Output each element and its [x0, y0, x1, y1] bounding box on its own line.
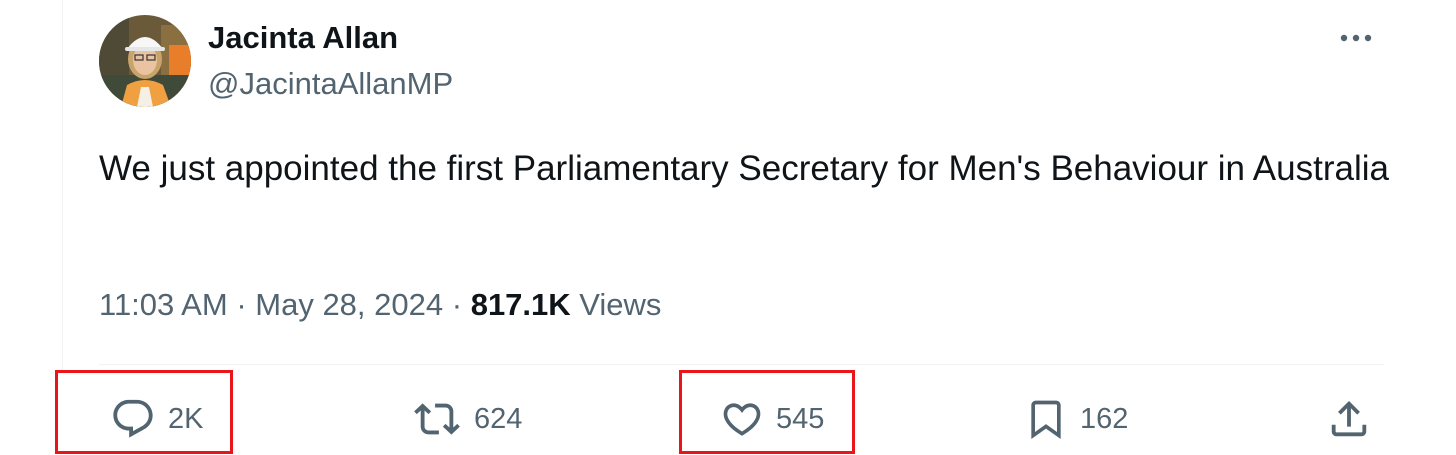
- divider: [99, 364, 1384, 365]
- like-highlight-box: [679, 370, 855, 454]
- more-button[interactable]: [1336, 20, 1376, 56]
- share-icon: [1331, 400, 1367, 437]
- meta-separator: ·: [236, 287, 247, 322]
- bookmark-icon: [1031, 400, 1061, 440]
- tweet-metadata: 11:03 AM · May 28, 2024 · 817.1K Views: [99, 285, 661, 325]
- tweet-date[interactable]: May 28, 2024: [255, 287, 443, 322]
- retweet-icon: [414, 403, 460, 435]
- more-icon: [1340, 34, 1372, 42]
- bookmark-count: 162: [1080, 403, 1129, 435]
- avatar[interactable]: [99, 15, 191, 107]
- reply-highlight-box: [55, 370, 233, 454]
- views-label: Views: [579, 287, 662, 322]
- tweet-text: We just appointed the first Parliamentar…: [99, 149, 1389, 188]
- retweet-button[interactable]: 624: [412, 395, 522, 443]
- tweet-time[interactable]: 11:03 AM: [99, 287, 228, 322]
- retweet-count: 624: [474, 403, 523, 435]
- author-name[interactable]: Jacinta Allan: [208, 20, 398, 56]
- bookmark-button[interactable]: 162: [1024, 395, 1128, 443]
- views-count: 817.1K: [470, 287, 571, 322]
- tweet-card: Jacinta Allan @JacintaAllanMP We just ap…: [0, 0, 1456, 455]
- timeline-border: [62, 0, 63, 370]
- meta-separator: ·: [451, 287, 463, 322]
- share-button[interactable]: [1326, 395, 1372, 443]
- author-handle[interactable]: @JacintaAllanMP: [208, 66, 453, 102]
